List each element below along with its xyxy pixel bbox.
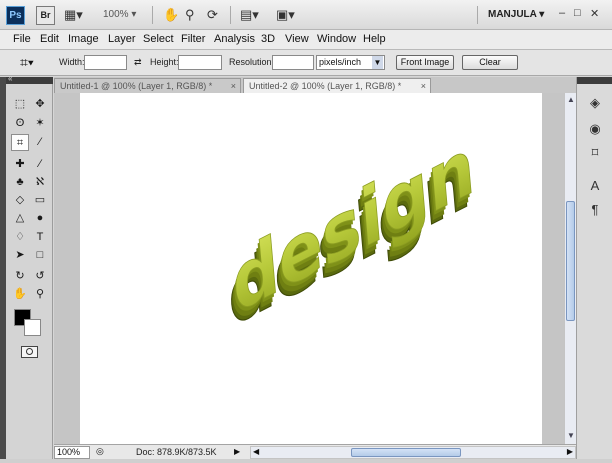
vertical-scrollbar[interactable]: ▲ ▼ <box>564 93 576 444</box>
3d-rotate-tool-icon[interactable]: ↻ <box>11 268 29 285</box>
panel-dock: ◈ ◉ ⌑ A ¶ <box>576 77 612 459</box>
tools-panel: « ⬚ ✥ ʘ ✶ ⌗ ⁄ ✚ ∕ ♣ ℵ ◇ ▭ △ ● ♢ T ➤ □ ↻ … <box>6 74 53 459</box>
clone-stamp-tool-icon[interactable]: ♣ <box>11 174 29 191</box>
vertical-scroll-thumb[interactable] <box>566 201 575 321</box>
height-input[interactable] <box>178 55 222 70</box>
resolution-unit-select[interactable]: pixels/inch ▼ <box>316 55 385 70</box>
status-zoom-field[interactable]: 100% <box>54 446 90 459</box>
paragraph-panel-icon[interactable]: ¶ <box>586 201 604 219</box>
type-tool-icon[interactable]: T <box>31 229 49 246</box>
tools-panel-header[interactable]: « <box>6 74 53 84</box>
close-icon[interactable]: × <box>231 79 236 93</box>
resolution-label: Resolution: <box>229 57 275 67</box>
menu-layer[interactable]: Layer <box>108 33 136 45</box>
path-selection-tool-icon[interactable]: ➤ <box>11 247 29 264</box>
quick-mask-icon[interactable] <box>21 346 38 358</box>
pen-tool-icon[interactable]: ♢ <box>11 229 29 246</box>
menu-3d[interactable]: 3D <box>261 33 275 45</box>
menu-window[interactable]: Window <box>317 33 356 45</box>
menu-bar: File Edit Image Layer Select Filter Anal… <box>0 30 612 50</box>
zoom-icon[interactable]: ⚲ <box>185 7 195 23</box>
zoom-level-value: 100% <box>103 9 129 20</box>
design-text: design <box>229 118 478 332</box>
document-size: Doc: 878.9K/873.5K <box>136 447 217 457</box>
panel-collapse-icon: « <box>8 74 13 83</box>
screen-view-icon[interactable]: ▣▾ <box>276 7 295 23</box>
scroll-left-icon[interactable]: ◀ <box>253 447 259 456</box>
application-bar: Ps Br ▦▾ 100% ▾ ✋ ⚲ ⟳ ▤▾ ▣▾ MANJULA ▾ – … <box>0 0 612 30</box>
rotate-view-icon[interactable]: ⟳ <box>207 7 218 23</box>
width-label: Width: <box>59 57 85 67</box>
horizontal-scrollbar[interactable]: ◀ ▶ <box>250 446 576 459</box>
close-icon[interactable]: × <box>421 79 426 93</box>
document-tabs: Untitled-1 @ 100% (Layer 1, RGB/8) * × U… <box>54 77 576 93</box>
dodge-tool-icon[interactable]: ● <box>31 210 49 227</box>
background-color-swatch[interactable] <box>24 319 41 336</box>
tab-untitled-2[interactable]: Untitled-2 @ 100% (Layer 1, RGB/8) * × <box>243 78 431 93</box>
status-info-icon[interactable]: ◎ <box>96 446 104 457</box>
window-bottom-border <box>0 459 612 463</box>
maximize-button[interactable]: □ <box>574 7 581 19</box>
crop-tool-icon[interactable]: ⌗ <box>11 134 29 151</box>
minimize-button[interactable]: – <box>559 7 565 19</box>
menu-edit[interactable]: Edit <box>40 33 59 45</box>
options-bar: ⌗▾ Width: ⇄ Height: Resolution: pixels/i… <box>0 50 612 76</box>
canvas-artwork: design design design design <box>224 117 478 345</box>
3d-orbit-tool-icon[interactable]: ↺ <box>31 268 49 285</box>
lasso-tool-icon[interactable]: ʘ <box>11 115 29 132</box>
workspace-name: MANJULA <box>488 9 537 20</box>
brush-tool-icon[interactable]: ∕ <box>31 156 49 173</box>
menu-select[interactable]: Select <box>143 33 174 45</box>
move-tool-icon[interactable]: ✥ <box>31 96 49 113</box>
tab-untitled-1[interactable]: Untitled-1 @ 100% (Layer 1, RGB/8) * × <box>54 78 241 93</box>
resolution-unit-value: pixels/inch <box>319 57 362 67</box>
document-canvas[interactable]: design design design design <box>80 93 542 444</box>
chevron-down-icon: ▼ <box>372 56 383 69</box>
tab-label: Untitled-1 @ 100% (Layer 1, RGB/8) * <box>60 81 213 91</box>
status-bar: 100% ◎ Doc: 878.9K/873.5K ▶ ◀ ▶ <box>54 444 576 459</box>
front-image-button[interactable]: Front Image <box>396 55 454 70</box>
menu-image[interactable]: Image <box>68 33 99 45</box>
hand-tool-icon[interactable]: ✋ <box>11 286 29 303</box>
eyedropper-tool-icon[interactable]: ⁄ <box>31 134 49 151</box>
shape-tool-icon[interactable]: □ <box>31 247 49 264</box>
scroll-right-icon[interactable]: ▶ <box>567 447 573 456</box>
marquee-tool-icon[interactable]: ⬚ <box>11 96 29 113</box>
menu-view[interactable]: View <box>285 33 309 45</box>
arrange-documents-icon[interactable]: ▤▾ <box>240 7 259 23</box>
zoom-tool-icon[interactable]: ⚲ <box>31 286 49 303</box>
bridge-launch-button[interactable]: Br <box>36 6 55 25</box>
photoshop-logo[interactable]: Ps <box>6 6 25 25</box>
eraser-tool-icon[interactable]: ◇ <box>11 192 29 209</box>
workspace-switcher[interactable]: MANJULA ▾ <box>488 9 544 20</box>
healing-brush-tool-icon[interactable]: ✚ <box>11 156 29 173</box>
swap-dimensions-icon[interactable]: ⇄ <box>134 57 142 68</box>
status-menu-icon[interactable]: ▶ <box>234 447 240 456</box>
menu-help[interactable]: Help <box>363 33 386 45</box>
screen-mode-icon[interactable]: ▦▾ <box>64 7 83 23</box>
character-panel-icon[interactable]: A <box>586 177 604 195</box>
blur-tool-icon[interactable]: △ <box>11 210 29 227</box>
menu-filter[interactable]: Filter <box>181 33 205 45</box>
menu-analysis[interactable]: Analysis <box>214 33 255 45</box>
gradient-tool-icon[interactable]: ▭ <box>31 192 49 209</box>
magic-wand-tool-icon[interactable]: ✶ <box>31 115 49 132</box>
menu-file[interactable]: File <box>13 33 31 45</box>
panel-dock-header[interactable] <box>577 77 612 84</box>
resolution-input[interactable] <box>272 55 314 70</box>
history-brush-tool-icon[interactable]: ℵ <box>31 174 49 191</box>
horizontal-scroll-thumb[interactable] <box>351 448 461 457</box>
height-label: Height: <box>150 57 179 67</box>
clear-button[interactable]: Clear <box>462 55 518 70</box>
transform-panel-icon[interactable]: ⌑ <box>586 144 604 162</box>
3d-panel-icon[interactable]: ◉ <box>586 120 604 138</box>
layers-panel-icon[interactable]: ◈ <box>586 94 604 112</box>
tab-label: Untitled-2 @ 100% (Layer 1, RGB/8) * <box>249 81 402 91</box>
zoom-level-select[interactable]: 100% ▾ <box>103 9 136 20</box>
close-window-button[interactable]: ✕ <box>590 7 599 20</box>
crop-tool-preset-icon[interactable]: ⌗▾ <box>20 54 34 71</box>
width-input[interactable] <box>84 55 127 70</box>
hand-icon[interactable]: ✋ <box>163 7 179 23</box>
